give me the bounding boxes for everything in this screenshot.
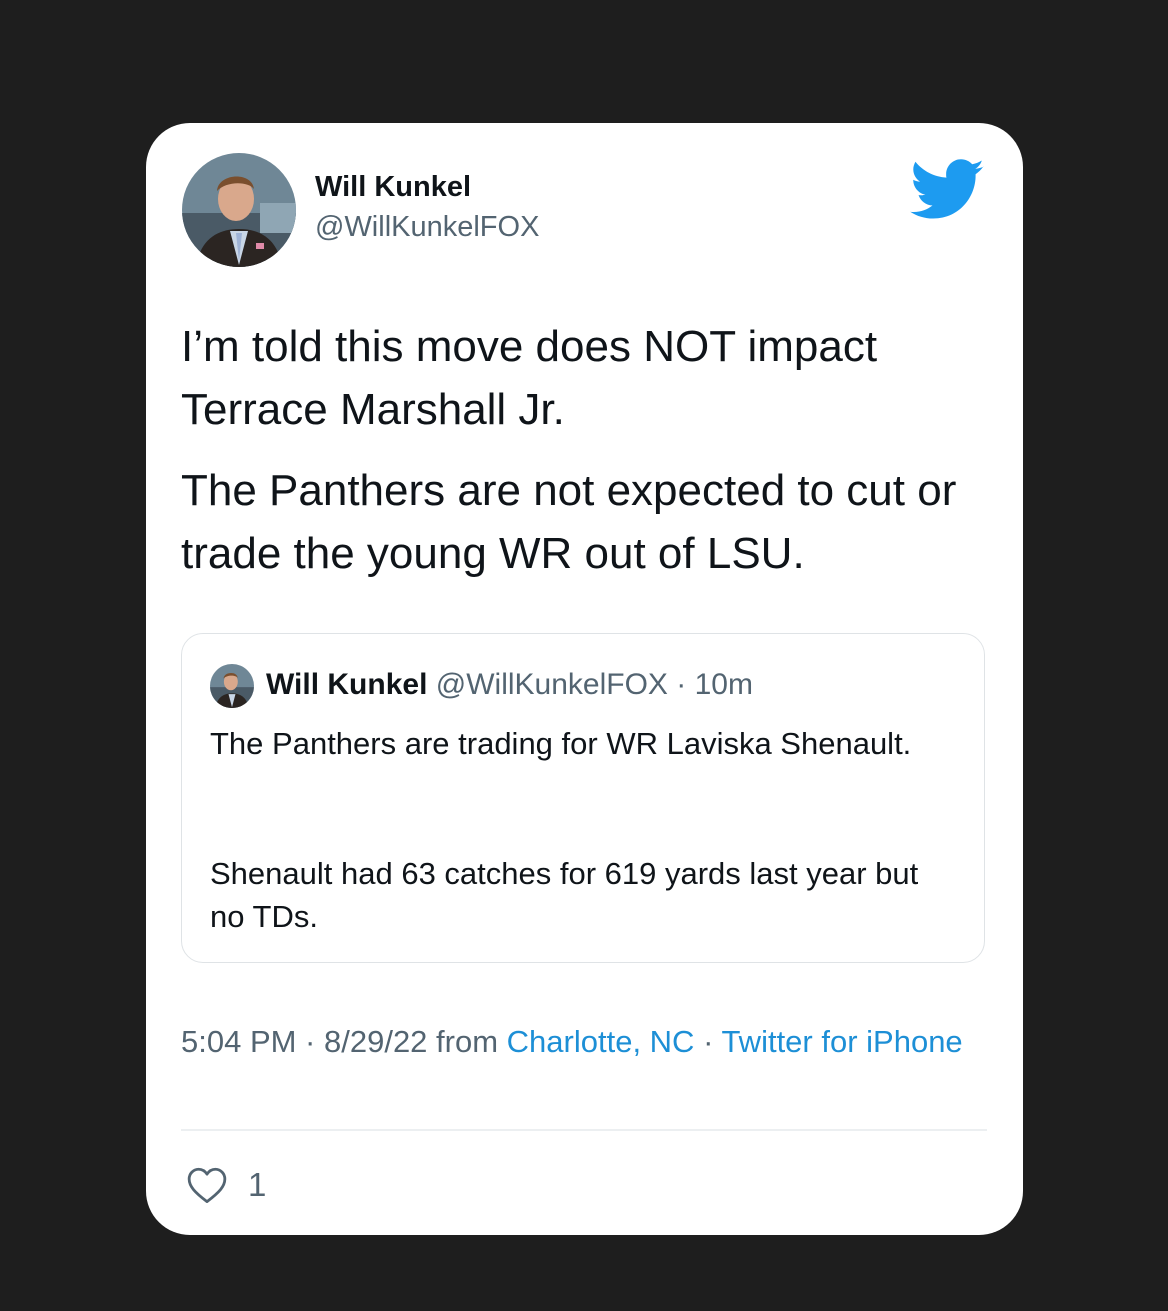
like-count: 1 — [248, 1166, 267, 1203]
tweet-meta: 5:04 PM · 8/29/22 from Charlotte, NC · T… — [181, 1019, 981, 1064]
quoted-header: Will Kunkel @WillKunkelFOX · 10m — [266, 668, 753, 702]
source-link[interactable]: Twitter for iPhone — [721, 1024, 962, 1059]
quoted-tweet[interactable]: Will Kunkel @WillKunkelFOX · 10m The Pan… — [181, 633, 985, 963]
tweet-paragraph: The Panthers are not expected to cut or … — [181, 466, 957, 578]
quoted-meta: @WillKunkelFOX · 10m — [435, 668, 753, 701]
timestamp[interactable]: 5:04 PM · 8/29/22 from — [181, 1024, 507, 1059]
quoted-paragraph: The Panthers are trading for WR Laviska … — [210, 726, 912, 761]
quoted-author-avatar — [210, 664, 254, 708]
author-handle[interactable]: @WillKunkelFOX — [315, 211, 539, 244]
meta-separator: · — [694, 1024, 722, 1059]
quoted-paragraph: Shenault had 63 catches for 619 yards la… — [210, 856, 919, 934]
divider — [181, 1129, 987, 1131]
twitter-bird-icon[interactable] — [910, 159, 986, 221]
tweet-paragraph: I’m told this move does NOT impact Terra… — [181, 322, 878, 434]
tweet-card: Will Kunkel @WillKunkelFOX I’m told this… — [146, 123, 1023, 1235]
location-link[interactable]: Charlotte, NC — [507, 1024, 695, 1059]
author-name[interactable]: Will Kunkel — [315, 171, 471, 204]
quoted-author-name: Will Kunkel — [266, 668, 428, 701]
heart-outline-icon[interactable] — [186, 1165, 228, 1205]
author-avatar[interactable] — [182, 153, 296, 267]
